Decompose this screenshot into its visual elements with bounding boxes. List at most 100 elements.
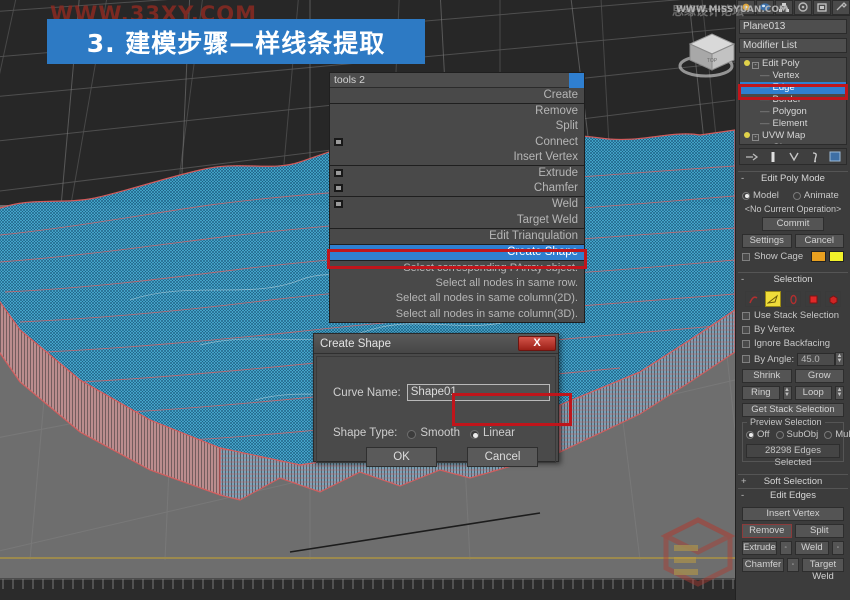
make-unique-icon[interactable]: [788, 151, 800, 162]
close-icon[interactable]: X: [518, 336, 556, 351]
menu-item-select-same-row[interactable]: Select all nodes in same row.: [330, 276, 584, 291]
border-level-icon[interactable]: [785, 291, 801, 307]
chamfer-settings-icon[interactable]: ▫: [787, 558, 799, 572]
object-name-field[interactable]: Plane013: [739, 19, 847, 34]
menu-item-create-shape[interactable]: Create Shape: [330, 244, 584, 261]
menu-item-target-weld[interactable]: Target Weld: [330, 213, 584, 228]
menu-item-edit-triangulation[interactable]: Edit Trianqulation: [330, 229, 584, 244]
rollout-header-selection[interactable]: - Selection: [738, 273, 848, 286]
radio-preview-multi[interactable]: [824, 430, 833, 439]
by-angle-row[interactable]: By Angle: 45.0 ▲ ▼: [742, 352, 844, 366]
modifier-stack[interactable]: - Edit Poly — Vertex — Edge — Border — Polygo…: [739, 57, 847, 145]
loop-button[interactable]: Loop: [794, 386, 832, 400]
loop-spinner[interactable]: ▲ ▼: [835, 386, 844, 400]
checkbox-ignore-backfacing[interactable]: [742, 339, 750, 348]
extrude-settings-icon[interactable]: ▫: [779, 541, 792, 555]
cancel-button[interactable]: Cancel: [467, 447, 538, 467]
radio-preview-off[interactable]: [746, 430, 754, 439]
cage-color-swatch-2[interactable]: [829, 251, 844, 262]
weld-button[interactable]: Weld: [794, 541, 829, 555]
checkbox-by-angle[interactable]: [742, 355, 750, 363]
rollout-header-edit-edges[interactable]: - Edit Edges: [738, 489, 848, 502]
radio-smooth[interactable]: [407, 429, 417, 439]
radio-model[interactable]: [742, 191, 750, 200]
by-angle-input[interactable]: 45.0: [797, 352, 835, 366]
remove-button[interactable]: Remove: [742, 524, 792, 538]
light-bulb-icon[interactable]: [744, 60, 750, 66]
cage-color-swatch-1[interactable]: [811, 251, 826, 262]
quad-menu-tools2[interactable]: tools 2 Create Remove Split Connect Inse…: [329, 72, 585, 323]
by-angle-spinner[interactable]: ▲ ▼: [835, 352, 844, 366]
display-tab-icon[interactable]: [813, 0, 831, 15]
menu-item-chamfer[interactable]: Chamfer: [330, 181, 584, 196]
stack-item-uvw-map[interactable]: - UVW Map: [740, 130, 846, 142]
checkbox-show-cage[interactable]: [742, 252, 750, 261]
settings-box-icon[interactable]: [334, 168, 343, 177]
dialog-title-bar[interactable]: Create Shape X: [314, 334, 558, 354]
use-stack-selection-row[interactable]: Use Stack Selection: [742, 310, 844, 321]
checkbox-use-stack-selection[interactable]: [742, 311, 750, 320]
expand-icon[interactable]: +: [741, 475, 747, 488]
command-panel[interactable]: Plane013 Modifier List - Edit Poly — Verte…: [735, 0, 850, 600]
stack-item-border[interactable]: — Border: [740, 94, 846, 106]
remove-modifier-icon[interactable]: [810, 151, 820, 163]
split-button[interactable]: Split: [794, 524, 844, 538]
get-stack-selection-button[interactable]: Get Stack Selection: [742, 403, 844, 417]
menu-item-create[interactable]: Create: [330, 88, 584, 103]
stack-item-gizmo[interactable]: —Gizmo: [740, 142, 846, 144]
target-weld-button[interactable]: Target Weld: [802, 558, 844, 582]
menu-item-select-same-column-3d[interactable]: Select all nodes in same column(3D).: [330, 307, 584, 322]
create-shape-dialog[interactable]: Create Shape X Curve Name: Shape01 Shape…: [313, 333, 559, 467]
stack-item-edit-poly[interactable]: - Edit Poly: [740, 58, 846, 70]
collapse-icon[interactable]: -: [741, 489, 744, 502]
chamfer-button[interactable]: Chamfer: [742, 558, 784, 572]
expand-box-icon[interactable]: -: [752, 134, 759, 141]
radio-animate[interactable]: [792, 191, 801, 200]
grow-button[interactable]: Grow: [794, 369, 844, 383]
pin-stack-icon[interactable]: [745, 151, 759, 162]
menu-item-extrude[interactable]: Extrude: [330, 166, 584, 181]
viewcube-gizmo[interactable]: TOP: [676, 22, 735, 84]
stack-item-edge[interactable]: — Edge: [740, 82, 846, 94]
shrink-button[interactable]: Shrink: [742, 369, 792, 383]
configure-sets-icon[interactable]: [829, 151, 841, 162]
polygon-level-icon[interactable]: [805, 291, 821, 307]
by-vertex-row[interactable]: By Vertex: [742, 324, 844, 335]
light-bulb-icon[interactable]: [744, 132, 750, 138]
checkbox-by-vertex[interactable]: [742, 325, 750, 334]
weld-settings-icon[interactable]: ▫: [832, 541, 844, 555]
stack-item-polygon[interactable]: — Polygon: [740, 106, 846, 118]
settings-box-icon[interactable]: [334, 137, 343, 146]
track-bar[interactable]: [0, 578, 735, 600]
modifier-stack-toolbar[interactable]: [739, 148, 847, 165]
rollout-header-soft-selection[interactable]: + Soft Selection: [738, 475, 848, 488]
curve-name-input[interactable]: Shape01: [406, 384, 550, 401]
menu-item-connect[interactable]: Connect: [330, 135, 584, 150]
menu-item-split[interactable]: Split: [330, 119, 584, 134]
radio-preview-subobj[interactable]: [775, 430, 784, 439]
ok-button[interactable]: OK: [366, 447, 437, 467]
commit-button[interactable]: Commit: [762, 217, 824, 231]
stack-item-vertex[interactable]: — Vertex: [740, 70, 846, 82]
modifier-list-dropdown[interactable]: Modifier List: [739, 38, 847, 53]
vertex-level-icon[interactable]: [745, 291, 761, 307]
radio-linear[interactable]: [470, 429, 480, 439]
settings-button[interactable]: Settings: [742, 234, 792, 248]
show-end-result-icon[interactable]: [768, 151, 778, 163]
menu-item-select-parray[interactable]: Select corresponding PArray object.: [330, 261, 584, 276]
cancel-button-panel[interactable]: Cancel: [794, 234, 844, 248]
menu-item-insert-vertex[interactable]: Insert Vertex: [330, 150, 584, 165]
menu-item-select-same-column-2d[interactable]: Select all nodes in same column(2D).: [330, 291, 584, 306]
stack-item-element[interactable]: — Element: [740, 118, 846, 130]
collapse-icon[interactable]: -: [741, 172, 744, 185]
edge-level-icon[interactable]: [765, 291, 781, 307]
collapse-icon[interactable]: -: [741, 273, 744, 286]
settings-box-icon[interactable]: [334, 184, 343, 193]
extrude-button[interactable]: Extrude: [742, 541, 777, 555]
expand-box-icon[interactable]: -: [752, 62, 759, 69]
settings-box-icon[interactable]: [334, 200, 343, 209]
ring-button[interactable]: Ring: [742, 386, 780, 400]
menu-item-remove[interactable]: Remove: [330, 104, 584, 119]
ignore-backfacing-row[interactable]: Ignore Backfacing: [742, 338, 844, 349]
utilities-tab-icon[interactable]: [832, 0, 850, 15]
